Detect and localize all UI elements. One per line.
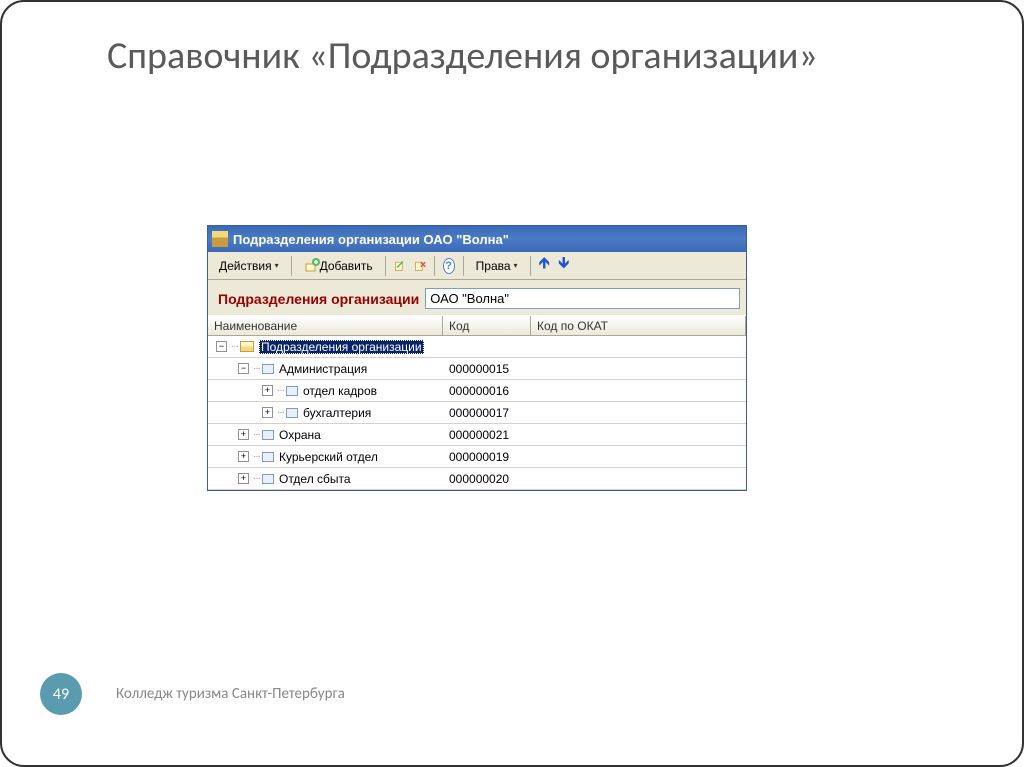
tree-cell-name: + ··· Охрана: [208, 424, 443, 445]
tree-cell-code: 000000015: [443, 362, 531, 376]
organization-input[interactable]: [425, 288, 740, 309]
delete-button[interactable]: [411, 257, 429, 275]
tree-cell-name: + ··· Отдел сбыта: [208, 468, 443, 489]
move-down-button[interactable]: 🡻: [555, 252, 573, 279]
tree-row[interactable]: −··· Администрация 000000015: [208, 358, 746, 380]
tree-indent: + ··· Курьерский отдел: [208, 446, 378, 467]
header-label: Подразделения организации: [218, 291, 419, 307]
tree-indent: −··· Подразделения организации: [208, 336, 424, 357]
app-window: Подразделения организации ОАО "Волна" Де…: [207, 225, 747, 491]
item-icon: [262, 430, 274, 440]
chevron-down-icon: ▾: [514, 261, 518, 270]
rights-menu[interactable]: Права ▾: [469, 256, 525, 276]
move-up-button[interactable]: 🡹: [536, 252, 554, 279]
edit-button[interactable]: [391, 257, 409, 275]
tree-label: Подразделения организации: [259, 340, 424, 354]
item-icon: [262, 474, 274, 484]
tree-expander[interactable]: +: [262, 385, 273, 396]
separator: [434, 256, 435, 276]
tree-connector: ···: [231, 341, 238, 352]
actions-label: Действия: [219, 259, 272, 273]
tree-connector: ···: [253, 363, 260, 374]
add-icon: [304, 258, 320, 274]
separator: [463, 256, 464, 276]
tree-row[interactable]: −··· Подразделения организации: [208, 336, 746, 358]
rights-label: Права: [476, 259, 511, 273]
separator: [530, 256, 531, 276]
window-titlebar[interactable]: Подразделения организации ОАО "Волна": [208, 226, 746, 252]
column-code[interactable]: Код: [443, 316, 531, 335]
add-label: Добавить: [320, 259, 373, 273]
tree-row[interactable]: + ··· Отдел сбыта 000000020: [208, 468, 746, 490]
help-button[interactable]: ?: [440, 257, 458, 275]
tree-expander[interactable]: −: [216, 341, 227, 352]
column-okat[interactable]: Код по ОКАТ: [531, 316, 746, 335]
tree-row[interactable]: + ··· Курьерский отдел 000000019: [208, 446, 746, 468]
help-icon: ?: [443, 258, 455, 274]
item-icon: [262, 452, 274, 462]
column-name[interactable]: Наименование: [208, 316, 443, 335]
tree-indent: + ··· Отдел сбыта: [208, 468, 351, 489]
tree-expander[interactable]: +: [238, 429, 249, 440]
tree-cell-code: 000000020: [443, 472, 531, 486]
separator: [385, 256, 386, 276]
tree-connector: ···: [253, 473, 260, 484]
item-icon: [286, 408, 298, 418]
tree-indent: + ··· отдел кадров: [208, 380, 377, 401]
item-icon: [286, 386, 298, 396]
slide-title: Справочник «Подразделения организации»: [2, 2, 1022, 80]
tree-label: Администрация: [279, 362, 367, 376]
tree-label: бухгалтерия: [303, 406, 371, 420]
tree-cell-code: 000000019: [443, 450, 531, 464]
header-row: Подразделения организации: [208, 280, 746, 315]
tree-expander[interactable]: +: [238, 451, 249, 462]
tree-connector: ···: [253, 451, 260, 462]
toolbar: Действия ▾ Добавить ?: [208, 252, 746, 280]
chevron-down-icon: ▾: [275, 261, 279, 270]
tree-cell-name: −··· Подразделения организации: [208, 336, 443, 357]
delete-icon: [414, 258, 426, 274]
tree-expander[interactable]: +: [238, 473, 249, 484]
tree-label: Охрана: [279, 428, 321, 442]
tree-label: Курьерский отдел: [279, 450, 378, 464]
tree-indent: + ··· Охрана: [208, 424, 321, 445]
app-icon: [212, 231, 228, 247]
tree-label: отдел кадров: [303, 384, 377, 398]
tree-indent: + ··· бухгалтерия: [208, 402, 371, 423]
tree-cell-name: −··· Администрация: [208, 358, 443, 379]
tree-cell-name: + ··· бухгалтерия: [208, 402, 443, 423]
tree-row[interactable]: + ··· отдел кадров 000000016: [208, 380, 746, 402]
item-icon: [262, 364, 274, 374]
tree-indent: −··· Администрация: [208, 358, 367, 379]
actions-menu[interactable]: Действия ▾: [212, 256, 286, 276]
edit-icon: [394, 258, 406, 274]
tree-cell-code: 000000017: [443, 406, 531, 420]
tree-expander[interactable]: +: [262, 407, 273, 418]
tree-view: −···Подразделения организации−···Админис…: [208, 336, 746, 490]
slide-footer: 49 Колледж туризма Санкт-Петербурга: [40, 673, 345, 715]
page-number-badge: 49: [40, 673, 82, 715]
tree-cell-code: 000000016: [443, 384, 531, 398]
table-header: Наименование Код Код по ОКАТ: [208, 315, 746, 336]
folder-icon: [240, 341, 254, 352]
footer-text: Колледж туризма Санкт-Петербурга: [116, 685, 345, 703]
tree-connector: ···: [277, 407, 284, 418]
tree-expander[interactable]: −: [238, 363, 249, 374]
tree-cell-name: + ··· отдел кадров: [208, 380, 443, 401]
tree-connector: ···: [277, 385, 284, 396]
tree-row[interactable]: + ··· бухгалтерия 000000017: [208, 402, 746, 424]
window-title: Подразделения организации ОАО "Волна": [233, 232, 509, 247]
tree-label: Отдел сбыта: [279, 472, 351, 486]
tree-cell-name: + ··· Курьерский отдел: [208, 446, 443, 467]
tree-connector: ···: [253, 429, 260, 440]
tree-row[interactable]: + ··· Охрана 000000021: [208, 424, 746, 446]
tree-cell-code: 000000021: [443, 428, 531, 442]
separator: [291, 256, 292, 276]
add-button[interactable]: Добавить: [297, 255, 380, 277]
